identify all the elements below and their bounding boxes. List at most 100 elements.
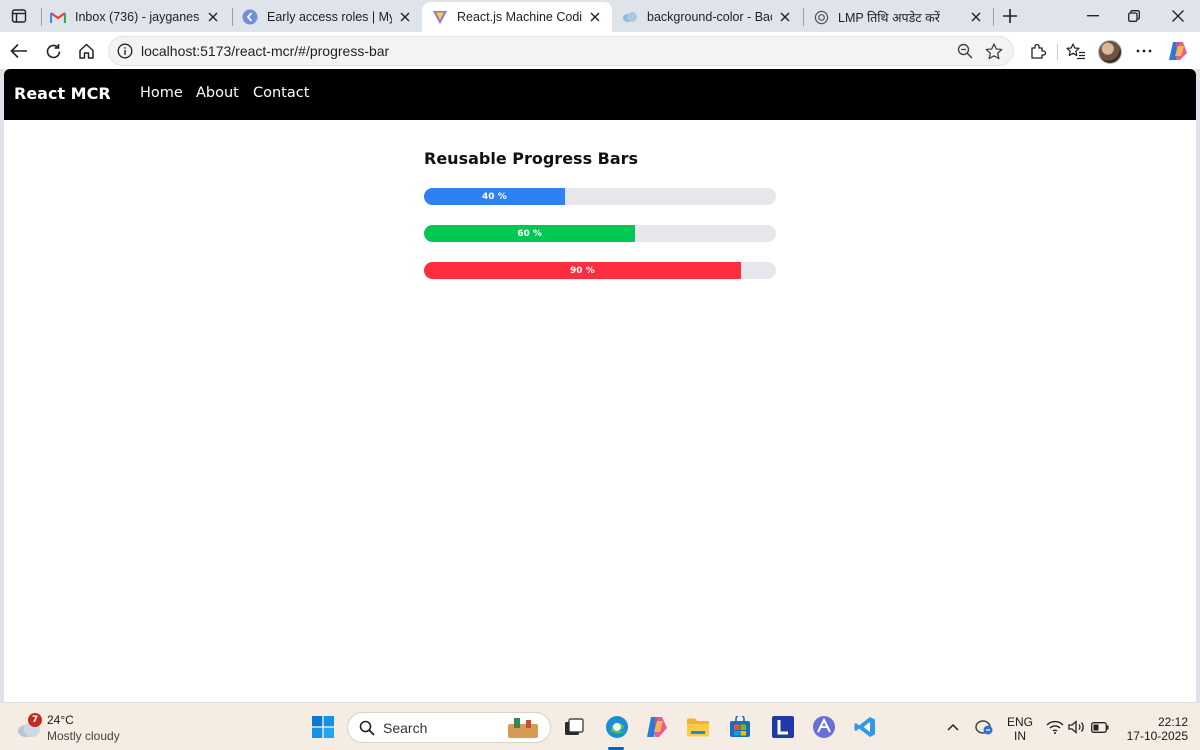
tab-actions-icon[interactable] xyxy=(6,4,32,28)
nav-link-contact[interactable]: Contact xyxy=(253,85,309,101)
favorite-star-icon[interactable] xyxy=(983,41,1005,61)
progress-bar-label: 90 % xyxy=(570,265,595,276)
close-icon[interactable] xyxy=(396,8,414,26)
copilot-button[interactable] xyxy=(1164,37,1192,65)
taskbar-search[interactable]: Search xyxy=(347,712,551,743)
clock-date: 17-10-2025 xyxy=(1126,729,1188,743)
close-icon[interactable] xyxy=(776,8,794,26)
search-icon xyxy=(358,719,376,737)
more-menu-button[interactable] xyxy=(1130,37,1158,65)
home-icon xyxy=(78,43,94,59)
progress-bar-label: 60 % xyxy=(517,228,542,239)
tab-gmail[interactable]: Inbox (736) - jayganeshgup xyxy=(40,2,230,32)
zoom-icon[interactable] xyxy=(955,41,975,61)
refresh-icon xyxy=(46,43,60,58)
gmail-icon xyxy=(50,9,66,25)
tridactyl-app-icon[interactable] xyxy=(810,713,838,741)
system-clock[interactable]: 22:12 17-10-2025 xyxy=(1118,715,1188,743)
address-bar[interactable]: localhost:5173/react-mcr/#/progress-bar xyxy=(108,36,1014,66)
favorites-button[interactable] xyxy=(1062,37,1090,65)
restore-button[interactable] xyxy=(1114,4,1154,28)
globe-blue-icon xyxy=(242,9,258,25)
windows-taskbar: 7 24°C Mostly cloudy Search ENG IN 22:12… xyxy=(0,702,1200,750)
copilot-icon xyxy=(1169,42,1187,60)
nav-link-home[interactable]: Home xyxy=(140,85,183,101)
nav-link-about[interactable]: About xyxy=(196,85,239,101)
close-icon[interactable] xyxy=(967,8,985,26)
vite-icon xyxy=(432,9,448,25)
windows-logo-icon xyxy=(312,716,334,738)
tab-react-mcr[interactable]: React.js Machine Coding R xyxy=(422,2,612,32)
close-icon xyxy=(1172,10,1184,22)
vscode-icon[interactable] xyxy=(851,713,879,741)
tab-title: Inbox (736) - jayganeshgup xyxy=(75,10,200,24)
progress-bar-track: 40 % xyxy=(424,188,776,205)
tab-mdn[interactable]: background-color - Backgr xyxy=(612,2,802,32)
tab-separator xyxy=(993,8,994,26)
start-button[interactable] xyxy=(309,713,337,741)
restore-icon xyxy=(1128,10,1140,22)
ellipsis-icon xyxy=(1136,49,1152,53)
progress-bar-fill: 60 % xyxy=(424,225,636,242)
close-window-button[interactable] xyxy=(1158,4,1198,28)
weather-widget[interactable]: 7 24°C Mostly cloudy xyxy=(14,711,134,745)
new-tab-button[interactable] xyxy=(998,4,1022,28)
mdn-cloud-icon xyxy=(622,9,638,25)
tab-chatgpt[interactable]: LMP तिथि अपडेट करें xyxy=(803,2,993,32)
app-navbar: React MCR Home About Contact xyxy=(4,69,1196,120)
clock-time: 22:12 xyxy=(1157,715,1188,729)
wifi-icon[interactable] xyxy=(1043,713,1067,741)
edge-taskbar-icon[interactable] xyxy=(603,713,631,741)
file-explorer-icon[interactable] xyxy=(684,713,712,741)
plus-icon xyxy=(1003,9,1017,23)
refresh-button[interactable] xyxy=(39,37,67,65)
search-placeholder: Search xyxy=(383,720,428,736)
copilot-taskbar-icon[interactable] xyxy=(643,713,671,741)
l-app-icon[interactable] xyxy=(769,713,797,741)
language-indicator[interactable]: ENG IN xyxy=(1005,715,1035,743)
network-status-icon[interactable] xyxy=(971,713,997,741)
progress-bar-track: 60 % xyxy=(424,225,776,242)
language-code: ENG xyxy=(1006,715,1033,729)
progress-section: Reusable Progress Bars 40 % 60 % 90 % xyxy=(424,149,776,299)
microsoft-store-icon[interactable] xyxy=(726,713,754,741)
page-viewport: React MCR Home About Contact Reusable Pr… xyxy=(4,69,1196,702)
minimize-icon xyxy=(1087,15,1099,17)
back-arrow-icon xyxy=(10,43,27,59)
weather-description: Mostly cloudy xyxy=(47,729,120,743)
chatgpt-icon xyxy=(813,9,829,25)
progress-bar-fill: 40 % xyxy=(424,188,565,205)
site-info-icon[interactable] xyxy=(115,41,135,61)
puzzle-icon xyxy=(1031,43,1047,59)
extensions-button[interactable] xyxy=(1024,37,1052,65)
url-text[interactable]: localhost:5173/react-mcr/#/progress-bar xyxy=(141,43,389,59)
tab-title: background-color - Backgr xyxy=(647,10,772,24)
browser-toolbar: localhost:5173/react-mcr/#/progress-bar xyxy=(0,32,1200,69)
progress-bar-fill: 90 % xyxy=(424,262,741,279)
weather-temperature: 24°C xyxy=(47,713,74,727)
profile-avatar[interactable] xyxy=(1098,40,1122,64)
favorites-list-icon xyxy=(1066,42,1085,59)
tab-title: React.js Machine Coding R xyxy=(457,10,582,24)
notification-badge: 7 xyxy=(28,713,42,727)
search-highlight-icon xyxy=(508,718,538,738)
progress-bar-label: 40 % xyxy=(482,191,507,202)
progress-bar-track: 90 % xyxy=(424,262,776,279)
minimize-button[interactable] xyxy=(1073,4,1113,28)
close-icon[interactable] xyxy=(586,8,604,26)
volume-icon[interactable] xyxy=(1065,713,1089,741)
task-view-icon xyxy=(565,718,584,735)
tab-title: Early access roles | Mynauk xyxy=(267,10,392,24)
language-region: IN xyxy=(1014,729,1026,743)
close-icon[interactable] xyxy=(204,8,222,26)
show-hidden-icons-chevron-icon[interactable] xyxy=(941,713,965,741)
back-button[interactable] xyxy=(5,37,33,65)
task-view-button[interactable] xyxy=(560,713,588,741)
home-button[interactable] xyxy=(72,37,100,65)
tab-mynaukri[interactable]: Early access roles | Mynauk xyxy=(232,2,422,32)
battery-icon[interactable] xyxy=(1088,713,1112,741)
tab-title: LMP तिथि अपडेट करें xyxy=(838,10,940,25)
page-title: Reusable Progress Bars xyxy=(424,149,639,168)
app-brand[interactable]: React MCR xyxy=(14,84,111,103)
tab-strip: Inbox (736) - jayganeshgup Early access … xyxy=(0,0,1200,32)
